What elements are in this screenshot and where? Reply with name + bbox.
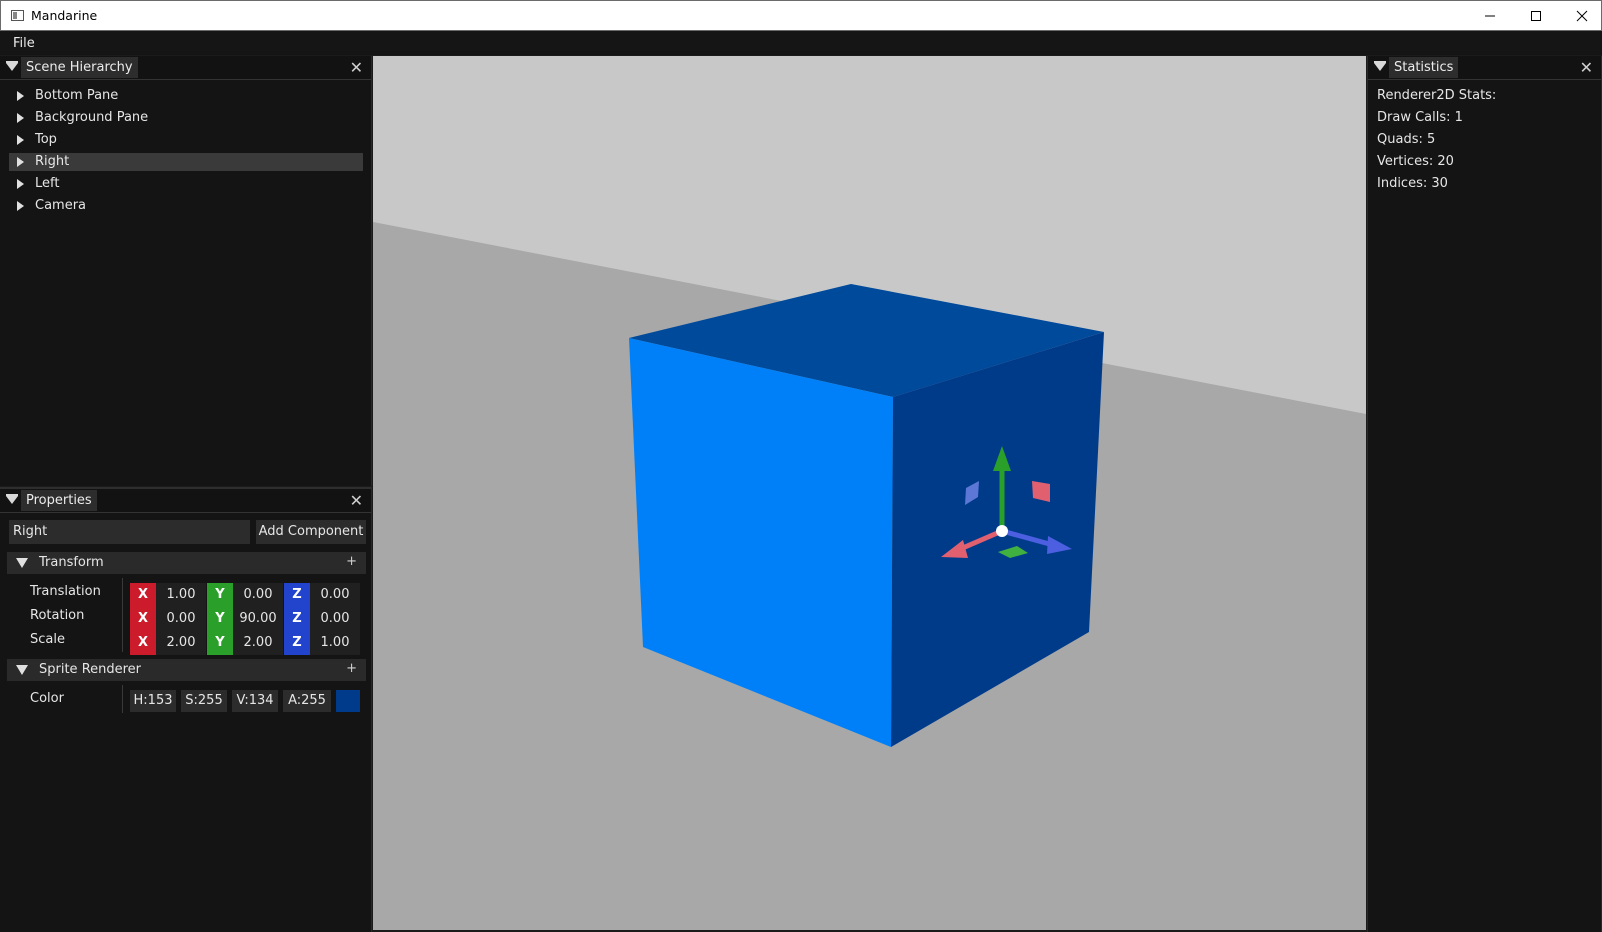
app-icon xyxy=(11,10,24,21)
statistics-tab[interactable]: Statistics xyxy=(1389,57,1459,78)
collapse-triangle-icon[interactable] xyxy=(16,665,28,675)
rotation-label: Rotation xyxy=(30,608,85,623)
collapse-icon[interactable] xyxy=(6,494,18,504)
close-window-icon[interactable] xyxy=(1559,1,1602,30)
expand-arrow-icon[interactable] xyxy=(17,179,24,189)
translation-label: Translation xyxy=(30,584,101,599)
properties-panel: Properties ✕ Right Add Component Transfo… xyxy=(0,487,372,932)
translation-y-label[interactable]: Y xyxy=(207,583,233,607)
close-icon[interactable]: ✕ xyxy=(1580,58,1593,77)
collapse-triangle-icon[interactable] xyxy=(16,558,28,568)
scene-viewport[interactable] xyxy=(373,56,1366,930)
color-s-input[interactable]: S:255 xyxy=(181,690,227,712)
scale-y-input[interactable]: 2.00 xyxy=(233,631,283,655)
stats-vertices: Vertices: 20 xyxy=(1377,154,1454,169)
expand-arrow-icon[interactable] xyxy=(17,201,24,211)
color-label: Color xyxy=(30,691,64,706)
statistics-header: Statistics ✕ xyxy=(1368,56,1601,80)
window-title: Mandarine xyxy=(31,8,98,23)
scene-hierarchy-panel: Scene Hierarchy ✕ Bottom Pane Background… xyxy=(0,56,372,486)
rotation-z-label[interactable]: Z xyxy=(284,607,310,631)
translation-z-input[interactable]: 0.00 xyxy=(310,583,360,607)
scale-x-input[interactable]: 2.00 xyxy=(156,631,206,655)
scale-label: Scale xyxy=(30,632,65,647)
sprite-renderer-settings-button[interactable]: + xyxy=(346,661,357,676)
color-h-input[interactable]: H:153 xyxy=(130,690,176,712)
column-divider xyxy=(122,685,123,713)
menu-file[interactable]: File xyxy=(13,36,35,51)
expand-arrow-icon[interactable] xyxy=(17,135,24,145)
minimize-icon[interactable] xyxy=(1467,1,1513,30)
properties-header: Properties ✕ xyxy=(0,489,371,513)
stats-indices: Indices: 30 xyxy=(1377,176,1448,191)
sprite-renderer-header[interactable]: Sprite Renderer + xyxy=(7,659,366,681)
scale-y-label[interactable]: Y xyxy=(207,631,233,655)
color-swatch[interactable] xyxy=(336,690,360,712)
tree-item-right[interactable]: Right xyxy=(9,153,363,171)
expand-arrow-icon[interactable] xyxy=(17,113,24,123)
column-divider xyxy=(122,578,123,652)
rotation-x-input[interactable]: 0.00 xyxy=(156,607,206,631)
scale-z-input[interactable]: 1.00 xyxy=(310,631,360,655)
title-bar: Mandarine xyxy=(0,0,1602,31)
stats-quads: Quads: 5 xyxy=(1377,132,1436,147)
collapse-icon[interactable] xyxy=(6,61,18,71)
add-component-button[interactable]: Add Component xyxy=(256,520,366,544)
translation-z-label[interactable]: Z xyxy=(284,583,310,607)
rotation-y-label[interactable]: Y xyxy=(207,607,233,631)
rotation-z-input[interactable]: 0.00 xyxy=(310,607,360,631)
scene-render[interactable] xyxy=(373,56,1366,930)
tree-item-bottom-pane[interactable]: Bottom Pane xyxy=(9,87,363,105)
gizmo-center-handle[interactable] xyxy=(996,525,1008,537)
tree-item-camera[interactable]: Camera xyxy=(9,197,363,215)
scene-hierarchy-header: Scene Hierarchy ✕ xyxy=(0,56,371,80)
translation-x-label[interactable]: X xyxy=(130,583,156,607)
collapse-icon[interactable] xyxy=(1374,61,1386,71)
close-icon[interactable]: ✕ xyxy=(350,491,363,510)
stats-heading: Renderer2D Stats: xyxy=(1377,88,1497,103)
rotation-y-input[interactable]: 90.00 xyxy=(233,607,283,631)
entity-name-input[interactable]: Right xyxy=(9,520,250,544)
color-a-input[interactable]: A:255 xyxy=(283,690,331,712)
scene-hierarchy-tab[interactable]: Scene Hierarchy xyxy=(21,57,138,78)
maximize-icon[interactable] xyxy=(1513,1,1559,30)
scale-x-label[interactable]: X xyxy=(130,631,156,655)
properties-tab[interactable]: Properties xyxy=(21,490,97,511)
tree-item-background-pane[interactable]: Background Pane xyxy=(9,109,363,127)
transform-header[interactable]: Transform + xyxy=(7,552,366,574)
stats-draw-calls: Draw Calls: 1 xyxy=(1377,110,1463,125)
translation-x-input[interactable]: 1.00 xyxy=(156,583,206,607)
expand-arrow-icon[interactable] xyxy=(17,157,24,167)
transform-settings-button[interactable]: + xyxy=(346,554,357,569)
color-v-input[interactable]: V:134 xyxy=(232,690,278,712)
rotation-x-label[interactable]: X xyxy=(130,607,156,631)
tree-item-top[interactable]: Top xyxy=(9,131,363,149)
expand-arrow-icon[interactable] xyxy=(17,91,24,101)
close-icon[interactable]: ✕ xyxy=(350,58,363,77)
scale-z-label[interactable]: Z xyxy=(284,631,310,655)
translation-y-input[interactable]: 0.00 xyxy=(233,583,283,607)
menu-bar: File xyxy=(0,31,1602,55)
tree-item-left[interactable]: Left xyxy=(9,175,363,193)
